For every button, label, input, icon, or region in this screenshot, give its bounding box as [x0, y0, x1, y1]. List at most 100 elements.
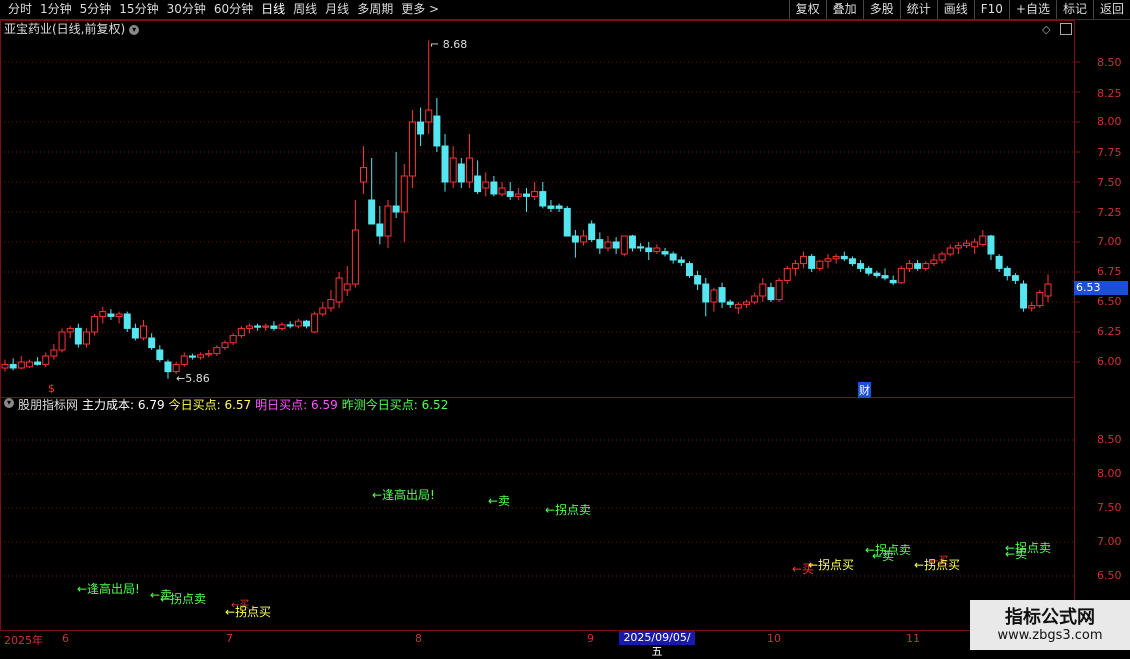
- price-tick: 8.50: [1097, 56, 1122, 69]
- candle-body: [653, 247, 661, 253]
- today-buy-value: 今日买点: 6.57: [168, 398, 252, 412]
- candle-body: [563, 207, 571, 237]
- candle-body: [547, 205, 555, 209]
- candle-body: [474, 175, 482, 193]
- price-tick: 6.50: [1097, 295, 1122, 308]
- indicator-tick: 7.00: [1097, 535, 1122, 548]
- candle-body: [865, 267, 873, 274]
- candle-body: [685, 263, 693, 277]
- candle-body: [294, 320, 302, 327]
- candle-body: [995, 255, 1003, 269]
- price-tick: 8.25: [1097, 87, 1122, 100]
- signal-sell: ←卖: [488, 494, 511, 508]
- candle-body: [34, 361, 42, 365]
- date-month: 8: [415, 632, 422, 645]
- candle-body: [938, 253, 946, 261]
- candle-body: [604, 241, 612, 249]
- candle-body: [767, 287, 775, 301]
- candle-body: [751, 295, 759, 303]
- candle-body: [368, 199, 376, 225]
- candle-body: [384, 205, 392, 237]
- high-price-label: ⌐ 8.68: [430, 38, 468, 51]
- stock-title[interactable]: 亚宝药业(日线,前复权) ▾: [4, 22, 140, 36]
- candle-body: [840, 255, 848, 260]
- signal-sell: ←拐点卖: [865, 543, 912, 557]
- candle-body: [58, 331, 66, 351]
- kline-chart: [0, 40, 1080, 577]
- date-month: 10: [767, 632, 781, 645]
- candle-body: [963, 242, 971, 247]
- main-cost-value: 主力成本: 6.79: [82, 398, 165, 412]
- watermark-logo: 指标公式网 www.zbgs3.com: [970, 600, 1130, 650]
- candle-body: [612, 241, 620, 249]
- candle-body: [229, 335, 237, 344]
- candle-body: [319, 307, 327, 315]
- candle-body: [392, 205, 400, 213]
- price-tick: 6.00: [1097, 355, 1122, 368]
- signal-sell: ←拐点卖: [160, 592, 207, 606]
- candle-body: [637, 246, 645, 249]
- indicator-tick: 8.00: [1097, 467, 1122, 480]
- candle-body: [351, 229, 359, 285]
- restore-icon[interactable]: [1060, 23, 1072, 35]
- candle-body: [897, 267, 905, 284]
- signal-sell: ←逢高出局!: [77, 582, 140, 596]
- candle-body: [91, 315, 99, 333]
- price-tick: 7.25: [1097, 206, 1122, 219]
- candle-body: [197, 354, 205, 358]
- candle-body: [156, 349, 164, 361]
- candle-body: [205, 353, 213, 356]
- candle-body: [922, 263, 930, 269]
- signal-buy: ←拐点买: [225, 605, 272, 619]
- signal-sell: ←拐点卖: [1005, 541, 1052, 555]
- candle-body: [433, 115, 441, 147]
- candle-body: [42, 355, 50, 365]
- candle-body: [188, 355, 196, 358]
- candle-body: [539, 191, 547, 207]
- signal-buy: ←拐点买: [914, 558, 961, 572]
- finance-marker[interactable]: 财: [858, 382, 871, 398]
- candle-body: [465, 157, 473, 183]
- watermark-title: 指标公式网: [1005, 607, 1095, 628]
- candle-body: [588, 223, 596, 241]
- candle-body: [914, 263, 922, 269]
- signal-sell: ←拐点卖: [545, 503, 592, 517]
- candle-body: [734, 303, 742, 309]
- candle-body: [580, 235, 588, 243]
- candle-body: [425, 109, 433, 123]
- candle-body: [1028, 305, 1036, 309]
- dividend-marker[interactable]: $: [48, 382, 55, 395]
- chevron-down-icon[interactable]: ▾: [129, 24, 140, 35]
- candle-body: [743, 301, 751, 305]
- diamond-icon[interactable]: ◇: [1042, 23, 1050, 36]
- candle-body: [1011, 275, 1019, 281]
- candle-body: [710, 289, 718, 303]
- candle-body: [164, 361, 172, 373]
- date-month: 9: [587, 632, 594, 645]
- signal-buy: ←拐点买: [808, 558, 855, 572]
- candle-body: [596, 239, 604, 249]
- candle-body: [832, 255, 840, 260]
- candle-body: [25, 361, 33, 368]
- candle-body: [661, 251, 669, 255]
- chevron-down-icon[interactable]: ▾: [4, 398, 14, 408]
- candle-body: [718, 287, 726, 303]
- high-price-value: 8.68: [442, 38, 468, 51]
- candle-body: [783, 267, 791, 281]
- candle-body: [270, 325, 278, 329]
- candle-body: [335, 277, 343, 303]
- candle-body: [555, 205, 563, 209]
- candle-body: [237, 327, 245, 337]
- date-month: 11: [906, 632, 920, 645]
- price-tick: 7.75: [1097, 146, 1122, 159]
- price-tick: 7.50: [1097, 176, 1122, 189]
- candle-body: [816, 260, 824, 269]
- candle-body: [140, 325, 148, 339]
- stock-name-label: 亚宝药业(日线,前复权): [4, 22, 126, 36]
- candle-body: [82, 331, 90, 345]
- indicator-name[interactable]: 股朋指标网: [18, 398, 78, 412]
- candle-body: [148, 337, 156, 349]
- candle-body: [482, 181, 490, 189]
- candle-body: [408, 121, 416, 177]
- candle-body: [254, 325, 262, 328]
